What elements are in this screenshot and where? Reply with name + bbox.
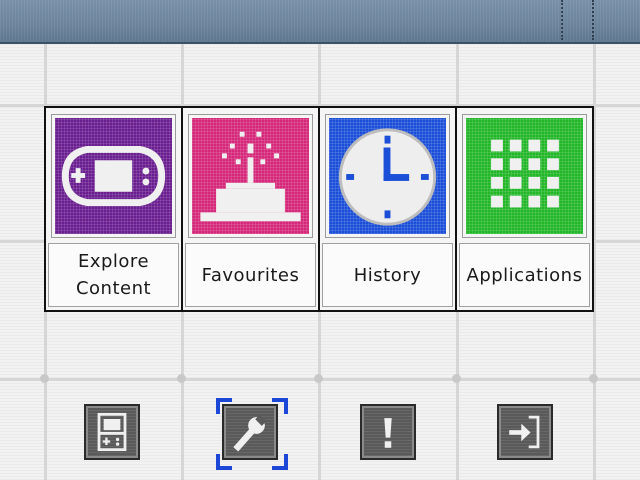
tile-label: Applications (459, 243, 590, 307)
gamepad-icon (61, 146, 166, 206)
grid-dot (589, 374, 598, 383)
exit-icon (509, 415, 540, 449)
grid-icon (491, 139, 559, 208)
console-button[interactable] (84, 404, 140, 460)
tile-explore-content[interactable]: Explore Content (46, 108, 183, 310)
tile-icon-frame (188, 114, 313, 238)
grid-dot (314, 374, 323, 383)
exit-button[interactable] (497, 404, 553, 460)
exclamation-icon (384, 418, 392, 448)
cake-icon (200, 131, 301, 222)
tile-icon-frame (462, 114, 587, 238)
notice-button[interactable] (360, 404, 416, 460)
grid-dot (40, 374, 49, 383)
tile-applications[interactable]: Applications (457, 108, 592, 310)
tile-icon-frame (325, 114, 450, 238)
tile-label: Explore Content (48, 243, 179, 307)
grid-dot (177, 374, 186, 383)
tile-favourites[interactable]: Favourites (183, 108, 320, 310)
main-menu: Explore Content Favourites History Appli… (44, 106, 594, 312)
tile-label: Favourites (185, 243, 316, 307)
tile-history[interactable]: History (320, 108, 457, 310)
tile-icon-frame (51, 114, 176, 238)
tile-label: History (322, 243, 453, 307)
grid-dot (452, 374, 461, 383)
handheld-console-icon (97, 412, 127, 452)
clock-icon (338, 128, 437, 226)
bar-separator (592, 0, 594, 40)
bar-separator (561, 0, 563, 40)
top-bar (0, 0, 640, 44)
